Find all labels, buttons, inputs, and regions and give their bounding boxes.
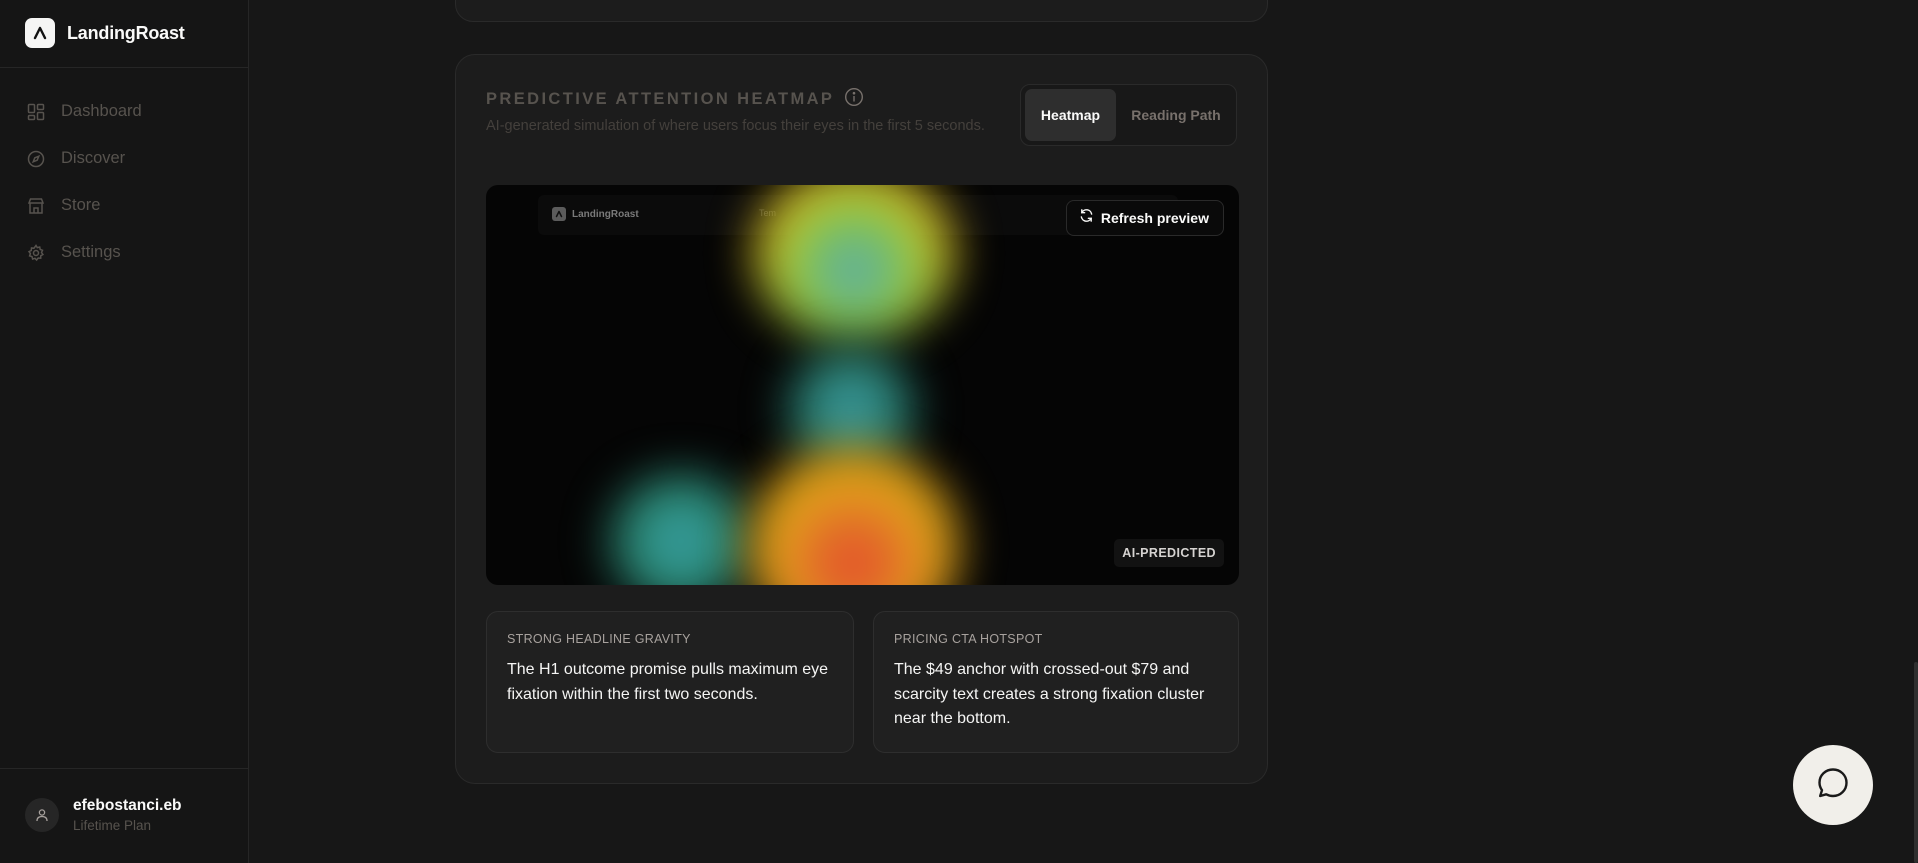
card-header: PREDICTIVE ATTENTION HEATMAP: [486, 87, 864, 112]
gear-icon: [27, 243, 45, 262]
view-toggle: Heatmap Reading Path: [1020, 84, 1237, 146]
preview-brand-name: LandingRoast: [572, 208, 639, 220]
avatar: [25, 798, 59, 832]
heat-spot-cta: [748, 447, 958, 585]
sidebar-item-label: Dashboard: [61, 102, 142, 120]
preview-brand: LandingRoast: [552, 207, 639, 221]
sidebar-item-discover[interactable]: Discover: [27, 135, 142, 182]
sidebar-divider: [0, 67, 248, 68]
user-plan: Lifetime Plan: [73, 818, 152, 833]
sidebar-item-settings[interactable]: Settings: [27, 229, 142, 276]
heatmap-preview: LandingRoast Tem Refresh preview AI-PRED…: [486, 185, 1239, 585]
sidebar-item-store[interactable]: Store: [27, 182, 142, 229]
insight-text: The $49 anchor with crossed-out $79 and …: [894, 661, 1205, 727]
card-subtitle: AI-generated simulation of where users f…: [486, 118, 985, 134]
sidebar-item-label: Settings: [61, 243, 121, 261]
sidebar-item-label: Store: [61, 196, 101, 214]
insight-text: The H1 outcome promise pulls maximum eye…: [507, 661, 829, 703]
brand[interactable]: LandingRoast: [25, 18, 185, 48]
compass-icon: [27, 150, 45, 168]
ai-predicted-badge: AI-PREDICTED: [1114, 539, 1224, 567]
sidebar-nav: Dashboard Discover Store Settings: [27, 88, 142, 276]
sidebar-item-label: Discover: [61, 149, 126, 167]
insight-label: PRICING CTA HOTSPOT: [894, 632, 1043, 646]
dashboard-icon: [27, 103, 45, 121]
chat-bubble-icon: [1815, 765, 1851, 806]
info-icon[interactable]: [844, 87, 864, 112]
heat-spot-top: [754, 185, 954, 340]
tab-heatmap[interactable]: Heatmap: [1025, 89, 1116, 141]
refresh-preview-button[interactable]: Refresh preview: [1065, 200, 1224, 236]
card-title: PREDICTIVE ATTENTION HEATMAP: [486, 90, 835, 108]
sidebar-item-dashboard[interactable]: Dashboard: [27, 88, 142, 135]
refresh-preview-label: Refresh preview: [1100, 210, 1209, 226]
heat-spot-left: [606, 471, 756, 585]
heatmap-card: PREDICTIVE ATTENTION HEATMAP AI-generate…: [455, 54, 1268, 784]
logo-icon: [552, 207, 566, 221]
user-icon: [36, 809, 48, 822]
user-profile[interactable]: efebostanci.eb Lifetime Plan: [25, 797, 182, 833]
logo-icon: [25, 18, 55, 48]
user-name: efebostanci.eb: [73, 797, 182, 814]
insight-card-headline: STRONG HEADLINE GRAVITY The H1 outcome p…: [486, 611, 854, 753]
previous-card: [455, 0, 1268, 22]
sidebar: LandingRoast Dashboard Discover Store Se…: [0, 0, 249, 863]
sidebar-divider: [0, 768, 248, 769]
refresh-icon: [1079, 208, 1094, 228]
scrollbar[interactable]: [1914, 662, 1918, 863]
insight-label: STRONG HEADLINE GRAVITY: [507, 632, 691, 646]
tab-reading-path[interactable]: Reading Path: [1120, 89, 1232, 141]
insight-card-pricing: PRICING CTA HOTSPOT The $49 anchor with …: [873, 611, 1239, 753]
store-icon: [27, 197, 45, 215]
chat-button[interactable]: [1793, 745, 1873, 825]
brand-name: LandingRoast: [67, 22, 185, 43]
